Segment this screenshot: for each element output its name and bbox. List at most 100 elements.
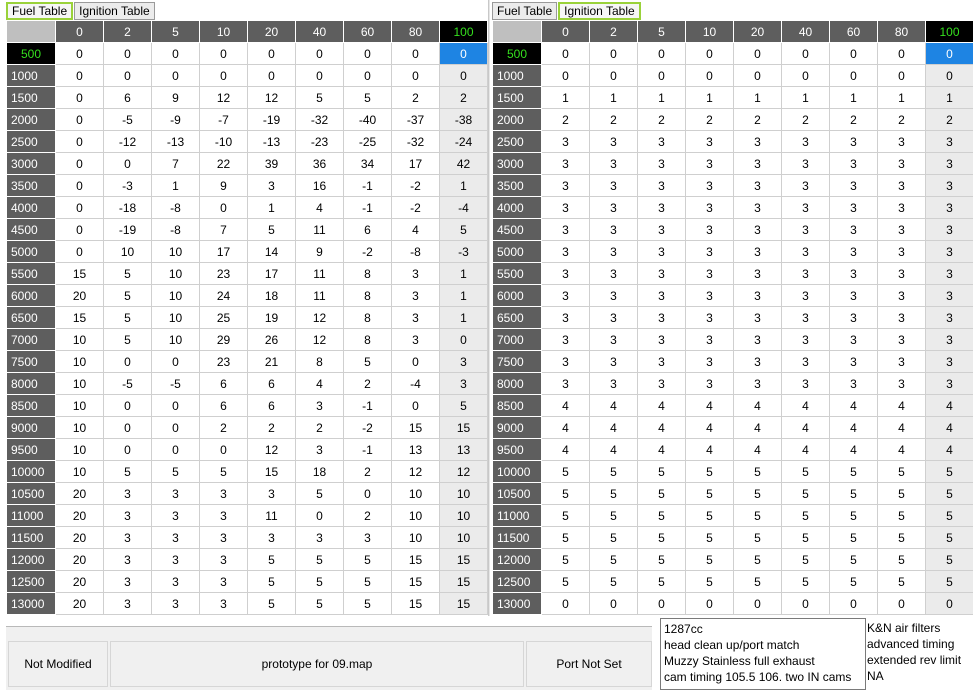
table-cell[interactable]: 5: [295, 86, 344, 109]
table-cell[interactable]: 3: [541, 218, 590, 241]
table-cell[interactable]: 0: [103, 152, 152, 175]
table-cell[interactable]: 3: [829, 262, 878, 285]
table-cell[interactable]: 10: [151, 306, 200, 329]
tab-fuel-table[interactable]: Fuel Table: [6, 2, 74, 20]
table-cell[interactable]: 2: [343, 460, 392, 483]
table-cell[interactable]: 4: [685, 416, 734, 439]
table-cell[interactable]: 3: [781, 284, 830, 307]
table-cell[interactable]: 5: [781, 526, 830, 549]
table-cell[interactable]: 3: [925, 174, 973, 197]
table-cell[interactable]: 3: [733, 350, 782, 373]
table-cell[interactable]: 6: [247, 372, 296, 395]
table-cell[interactable]: 1: [439, 174, 488, 197]
table-cell[interactable]: 3: [589, 240, 638, 263]
table-cell[interactable]: 10: [151, 240, 200, 263]
table-cell[interactable]: 3: [733, 152, 782, 175]
table-cell[interactable]: 15: [439, 592, 488, 615]
table-cell[interactable]: 5: [295, 592, 344, 615]
table-cell[interactable]: 4: [541, 416, 590, 439]
table-cell[interactable]: 3: [925, 284, 973, 307]
table-cell[interactable]: 0: [151, 438, 200, 461]
table-cell[interactable]: 0: [637, 42, 686, 65]
table-cell[interactable]: 3: [829, 306, 878, 329]
table-cell[interactable]: 5: [685, 570, 734, 593]
table-cell[interactable]: 1: [589, 86, 638, 109]
table-cell[interactable]: 12: [391, 460, 440, 483]
table-cell[interactable]: 5: [343, 548, 392, 571]
table-cell[interactable]: 4: [541, 394, 590, 417]
table-cell[interactable]: 5: [343, 570, 392, 593]
table-cell[interactable]: 0: [391, 394, 440, 417]
table-cell[interactable]: -5: [103, 108, 152, 131]
table-cell[interactable]: -23: [295, 130, 344, 153]
table-cell[interactable]: 3: [733, 262, 782, 285]
table-cell[interactable]: 3: [877, 196, 926, 219]
table-cell[interactable]: 3: [877, 240, 926, 263]
table-cell[interactable]: 3: [733, 130, 782, 153]
table-cell[interactable]: 12: [295, 306, 344, 329]
table-cell[interactable]: 5: [925, 548, 973, 571]
table-cell[interactable]: 10: [151, 328, 200, 351]
table-cell[interactable]: 0: [925, 592, 973, 615]
table-cell[interactable]: 7: [199, 218, 248, 241]
table-cell[interactable]: 5: [541, 460, 590, 483]
table-cell[interactable]: 0: [151, 64, 200, 87]
table-cell[interactable]: 5: [343, 592, 392, 615]
table-cell[interactable]: 3: [733, 328, 782, 351]
table-cell[interactable]: 1: [247, 196, 296, 219]
table-cell[interactable]: 36: [295, 152, 344, 175]
table-cell[interactable]: 23: [199, 350, 248, 373]
table-cell[interactable]: 8: [343, 284, 392, 307]
table-cell[interactable]: 8: [295, 350, 344, 373]
table-cell[interactable]: 2: [685, 108, 734, 131]
table-cell[interactable]: 5: [637, 460, 686, 483]
table-cell[interactable]: 3: [829, 152, 878, 175]
tab-fuel-table[interactable]: Fuel Table: [492, 2, 558, 20]
table-cell[interactable]: 20: [55, 592, 104, 615]
table-cell[interactable]: 3: [685, 196, 734, 219]
table-cell[interactable]: 0: [103, 64, 152, 87]
table-cell[interactable]: 5: [733, 570, 782, 593]
table-cell[interactable]: 3: [637, 262, 686, 285]
table-cell[interactable]: 5: [685, 504, 734, 527]
table-cell[interactable]: 3: [637, 130, 686, 153]
table-cell[interactable]: -8: [391, 240, 440, 263]
table-cell[interactable]: 5: [439, 218, 488, 241]
table-cell[interactable]: 17: [391, 152, 440, 175]
table-cell[interactable]: 0: [637, 592, 686, 615]
table-cell[interactable]: 3: [925, 350, 973, 373]
table-cell[interactable]: 3: [877, 218, 926, 241]
table-cell[interactable]: 0: [295, 504, 344, 527]
table-cell[interactable]: 3: [103, 548, 152, 571]
table-cell[interactable]: 10: [391, 482, 440, 505]
table-cell[interactable]: 3: [637, 174, 686, 197]
table-cell[interactable]: 0: [103, 394, 152, 417]
table-cell[interactable]: 0: [589, 592, 638, 615]
table-cell[interactable]: 21: [247, 350, 296, 373]
table-cell[interactable]: 0: [343, 64, 392, 87]
table-cell[interactable]: 3: [541, 328, 590, 351]
table-cell[interactable]: 2: [925, 108, 973, 131]
table-cell[interactable]: -3: [439, 240, 488, 263]
table-cell[interactable]: 3: [781, 306, 830, 329]
table-cell[interactable]: 1: [637, 86, 686, 109]
table-cell[interactable]: 5: [541, 504, 590, 527]
table-cell[interactable]: 3: [541, 130, 590, 153]
table-cell[interactable]: 5: [877, 548, 926, 571]
table-cell[interactable]: 9: [199, 174, 248, 197]
table-cell[interactable]: 0: [925, 42, 973, 65]
table-cell[interactable]: 5: [781, 482, 830, 505]
table-cell[interactable]: 3: [925, 196, 973, 219]
table-cell[interactable]: 0: [877, 42, 926, 65]
table-cell[interactable]: 4: [295, 372, 344, 395]
table-cell[interactable]: 15: [391, 416, 440, 439]
table-cell[interactable]: 0: [199, 196, 248, 219]
table-cell[interactable]: 3: [247, 482, 296, 505]
table-cell[interactable]: 0: [295, 64, 344, 87]
table-cell[interactable]: 8: [343, 328, 392, 351]
table-cell[interactable]: 0: [439, 64, 488, 87]
table-cell[interactable]: 3: [637, 328, 686, 351]
table-cell[interactable]: 3: [925, 240, 973, 263]
table-cell[interactable]: 0: [247, 42, 296, 65]
table-cell[interactable]: 5: [637, 548, 686, 571]
